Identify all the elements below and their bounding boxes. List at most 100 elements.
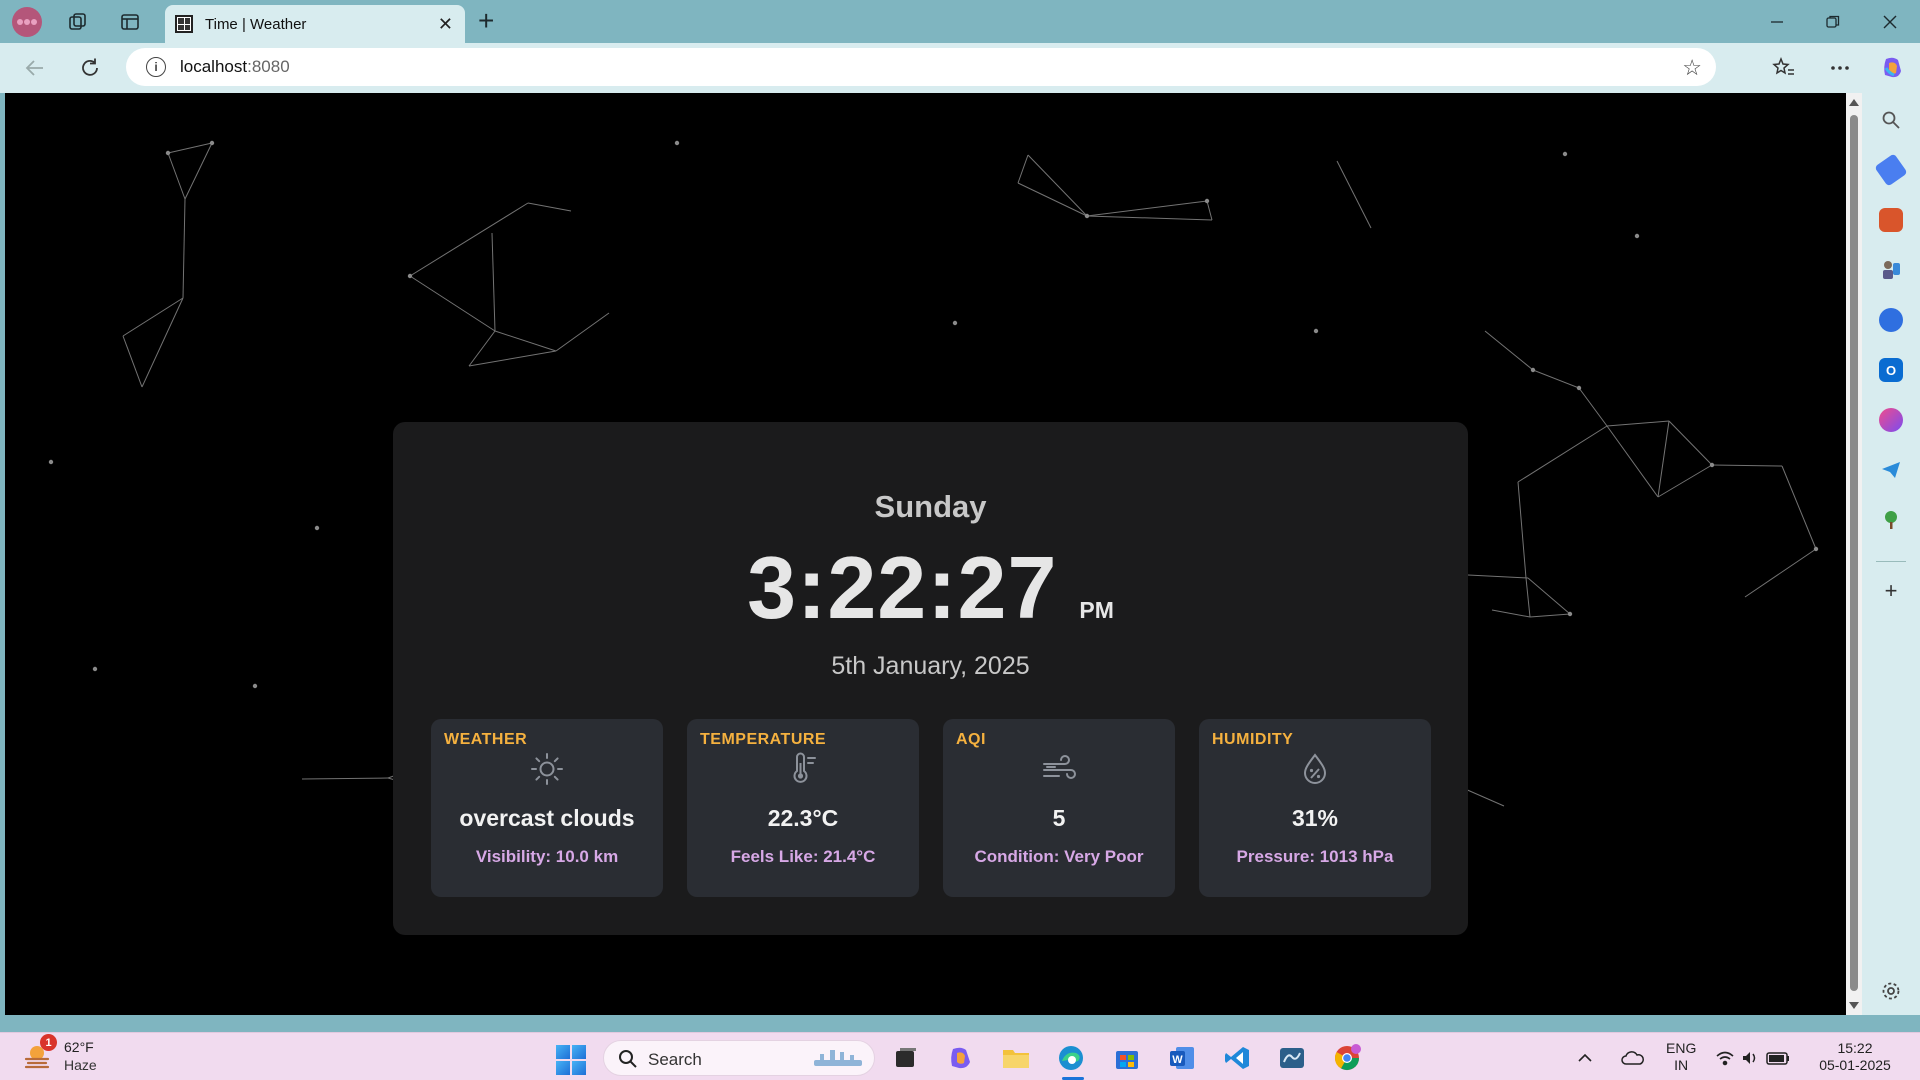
minimize-button[interactable] xyxy=(1757,8,1797,36)
particle-link xyxy=(1086,200,1208,217)
favorite-star-icon[interactable]: ☆ xyxy=(1682,55,1702,81)
particle-link xyxy=(1017,182,1088,217)
pressure-text: Pressure: 1013 hPa xyxy=(1236,847,1394,866)
particle-link xyxy=(1657,420,1670,498)
chrome-icon[interactable] xyxy=(1330,1041,1364,1075)
scroll-down-arrow-icon[interactable] xyxy=(1849,1002,1859,1009)
refresh-button[interactable] xyxy=(77,55,103,81)
taskbar-search-box[interactable]: Search xyxy=(603,1040,875,1076)
clock-time: 3:22:27 xyxy=(747,538,1058,637)
tree-icon[interactable] xyxy=(1879,508,1903,532)
language-bottom: IN xyxy=(1674,1057,1689,1073)
particle-link xyxy=(555,312,610,352)
windows-start-icon[interactable] xyxy=(556,1045,586,1075)
favorites-icon[interactable] xyxy=(1771,55,1797,81)
thermometer-icon xyxy=(793,752,816,783)
particle-dot xyxy=(252,683,258,689)
humidity-drop-icon xyxy=(1303,753,1327,784)
particle-link xyxy=(409,202,529,277)
particle-link xyxy=(1517,425,1608,483)
profile-avatar[interactable] xyxy=(12,7,42,37)
outlook-icon[interactable]: O xyxy=(1879,358,1903,382)
back-button[interactable] xyxy=(22,55,48,81)
particle-link xyxy=(1017,154,1029,184)
qr-favicon-icon xyxy=(175,15,193,33)
browser-toolbar: i localhost:8080 ☆ xyxy=(0,43,1920,93)
particle-link xyxy=(527,202,572,212)
search-icon[interactable] xyxy=(1879,108,1903,132)
particle-link xyxy=(1086,215,1213,221)
battery-icon xyxy=(1766,1052,1789,1065)
aqi-tile-label: AQI xyxy=(956,731,986,748)
address-bar[interactable]: i localhost:8080 ☆ xyxy=(126,48,1716,86)
particle-link xyxy=(1532,369,1580,389)
day-of-week: Sunday xyxy=(874,489,987,524)
weather-tile: WEATHER overcast clouds Visibility: 10.0… xyxy=(431,719,663,897)
restore-button[interactable] xyxy=(1813,8,1853,36)
taskbar-weather-temp[interactable]: 62°F xyxy=(64,1039,94,1055)
particle-link xyxy=(1711,464,1783,467)
copilot-taskbar-icon[interactable] xyxy=(944,1041,978,1075)
particle-link xyxy=(1467,574,1529,579)
send-icon[interactable] xyxy=(1879,458,1903,482)
clock-ampm: PM xyxy=(1079,597,1114,623)
particle-dot xyxy=(1530,367,1536,373)
language-top: ENG xyxy=(1666,1040,1697,1056)
shopping-tag-icon[interactable] xyxy=(1874,153,1908,187)
vscode-icon[interactable] xyxy=(1220,1041,1254,1075)
particle-link xyxy=(1491,609,1531,618)
network-volume-battery-group[interactable] xyxy=(1715,1041,1795,1075)
new-tab-button[interactable]: + xyxy=(478,6,494,36)
microsoft-store-icon[interactable] xyxy=(1110,1041,1144,1075)
file-explorer-icon[interactable] xyxy=(999,1041,1033,1075)
show-hidden-icons-chevron-icon[interactable] xyxy=(1574,1041,1596,1075)
particle-link xyxy=(301,777,389,780)
vertical-tabs-icon[interactable] xyxy=(118,10,142,34)
page-viewport: Sunday 3:22:27 PM 5th January, 2025 WEATH… xyxy=(5,93,1846,1015)
particle-link xyxy=(468,350,557,367)
workspaces-icon[interactable] xyxy=(66,10,90,34)
particle-link xyxy=(1027,154,1088,217)
particle-dot xyxy=(48,459,54,465)
scroll-up-arrow-icon[interactable] xyxy=(1849,99,1859,106)
humidity-tile-label: HUMIDITY xyxy=(1212,731,1294,748)
wind-icon xyxy=(1043,755,1076,779)
particle-link xyxy=(1525,577,1531,618)
particle-link xyxy=(122,335,143,388)
sql-workbench-icon[interactable] xyxy=(1275,1041,1309,1075)
word-icon[interactable]: W xyxy=(1165,1041,1199,1075)
sidebar-settings-icon[interactable] xyxy=(1879,979,1903,1003)
particle-dot xyxy=(407,273,413,279)
toolbox-icon[interactable] xyxy=(1879,208,1903,232)
taskbar-weather-condition[interactable]: Haze xyxy=(64,1057,97,1073)
site-info-icon[interactable]: i xyxy=(146,57,166,77)
scrollbar-thumb[interactable] xyxy=(1850,115,1858,991)
onedrive-cloud-icon[interactable] xyxy=(1616,1041,1650,1075)
particle-link xyxy=(491,232,496,332)
microsoft-365-icon[interactable] xyxy=(1879,308,1903,332)
edge-sidebar: O + xyxy=(1862,93,1920,1015)
tab-time-weather[interactable]: Time | Weather ✕ xyxy=(165,5,465,43)
task-view-icon[interactable] xyxy=(889,1041,923,1075)
language-indicator[interactable]: ENG IN xyxy=(1666,1040,1696,1074)
particle-link xyxy=(1578,387,1608,427)
particle-dot xyxy=(92,666,98,672)
close-window-button[interactable] xyxy=(1870,8,1910,36)
particle-link xyxy=(184,142,213,200)
particle-link xyxy=(1517,481,1527,579)
tab-close-icon[interactable]: ✕ xyxy=(438,14,453,34)
designer-icon[interactable] xyxy=(1879,408,1903,432)
particle-dot xyxy=(1562,151,1568,157)
taskbar-date: 05-01-2025 xyxy=(1819,1057,1891,1073)
page-scrollbar[interactable] xyxy=(1846,93,1862,1015)
more-options-icon[interactable] xyxy=(1827,55,1853,81)
particle-dot xyxy=(1567,611,1573,617)
particle-link xyxy=(1781,465,1817,550)
games-icon[interactable] xyxy=(1879,258,1903,282)
particle-link xyxy=(1657,464,1713,498)
edge-browser-icon[interactable] xyxy=(1054,1041,1088,1075)
copilot-icon[interactable] xyxy=(1880,55,1906,81)
add-sidebar-app-icon[interactable]: + xyxy=(1879,578,1903,603)
taskbar-clock[interactable]: 15:22 05-01-2025 xyxy=(1815,1040,1895,1074)
sun-icon xyxy=(531,753,563,785)
